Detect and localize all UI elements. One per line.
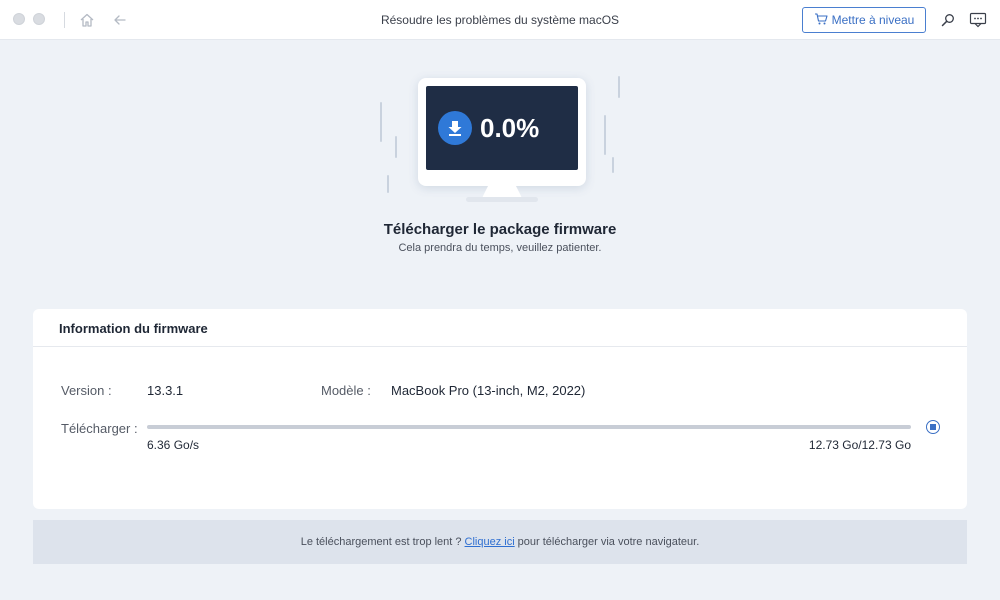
- monitor-illustration: 0.0%: [370, 70, 630, 210]
- cart-icon: [814, 12, 828, 28]
- decor-line: [380, 102, 382, 142]
- decor-line: [604, 115, 606, 155]
- card-divider: [33, 346, 967, 347]
- firmware-info-card: Information du firmware Version : 13.3.1…: [33, 309, 967, 509]
- footer-text-before: Le téléchargement est trop lent ?: [300, 536, 462, 548]
- click-here-link[interactable]: Cliquez ici: [465, 536, 515, 548]
- download-size: 12.73 Go/12.73 Go: [808, 438, 911, 452]
- decor-line: [618, 76, 620, 98]
- monitor-base: [466, 197, 538, 202]
- card-title: Information du firmware: [59, 321, 208, 336]
- decor-line: [387, 175, 389, 193]
- monitor-screen: 0.0%: [426, 86, 578, 170]
- footer-text-after: pour télécharger via votre navigateur.: [517, 536, 700, 548]
- back-arrow-icon[interactable]: [110, 10, 130, 30]
- page-subtitle: Cela prendra du temps, veuillez patiente…: [398, 242, 602, 254]
- download-arrow-icon: [438, 111, 472, 145]
- download-progress-bar: [147, 425, 911, 429]
- upgrade-button[interactable]: Mettre à niveau: [802, 7, 926, 33]
- model-value: MacBook Pro (13-inch, M2, 2022): [391, 383, 586, 398]
- stop-download-button[interactable]: [926, 420, 940, 434]
- home-icon[interactable]: [77, 10, 97, 30]
- feedback-icon[interactable]: [968, 10, 988, 30]
- download-speed: 6.36 Go/s: [147, 438, 200, 452]
- title-bar: Résoudre les problèmes du système macOS …: [0, 0, 1000, 40]
- search-icon[interactable]: [938, 10, 958, 30]
- window-minimize-button[interactable]: [33, 13, 45, 25]
- window-close-button[interactable]: [13, 13, 25, 25]
- download-percent: 0.0%: [480, 112, 540, 143]
- stop-icon: [930, 424, 936, 430]
- page-title: Télécharger le package firmware: [383, 221, 617, 238]
- model-label: Modèle :: [321, 383, 371, 398]
- version-value: 13.3.1: [147, 383, 184, 398]
- titlebar-divider: [64, 12, 65, 28]
- monitor-frame: 0.0%: [418, 78, 586, 186]
- decor-line: [612, 157, 614, 173]
- slow-download-notice: Le téléchargement est trop lent ? Clique…: [33, 520, 967, 564]
- download-label: Télécharger :: [61, 421, 138, 436]
- version-label: Version :: [61, 383, 112, 398]
- decor-line: [395, 136, 397, 158]
- upgrade-label: Mettre à niveau: [831, 13, 915, 27]
